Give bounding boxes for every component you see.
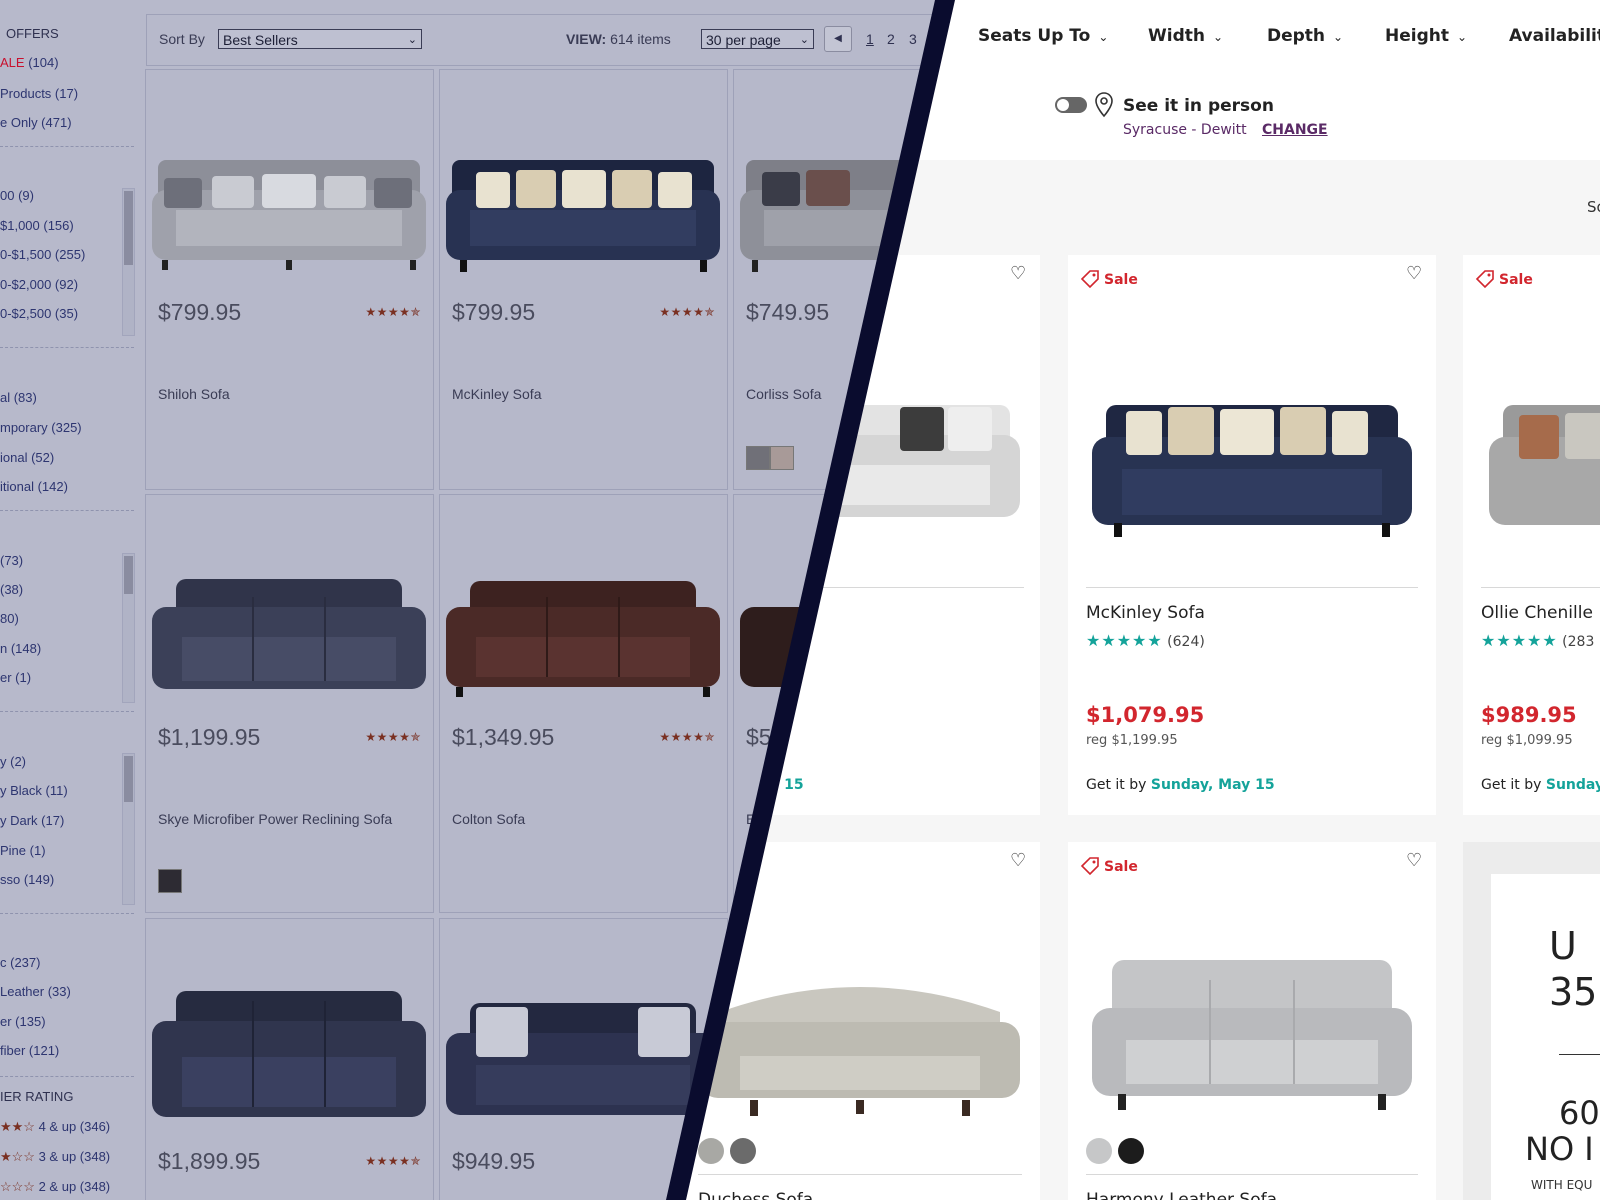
comparison-divider [666, 0, 955, 1200]
